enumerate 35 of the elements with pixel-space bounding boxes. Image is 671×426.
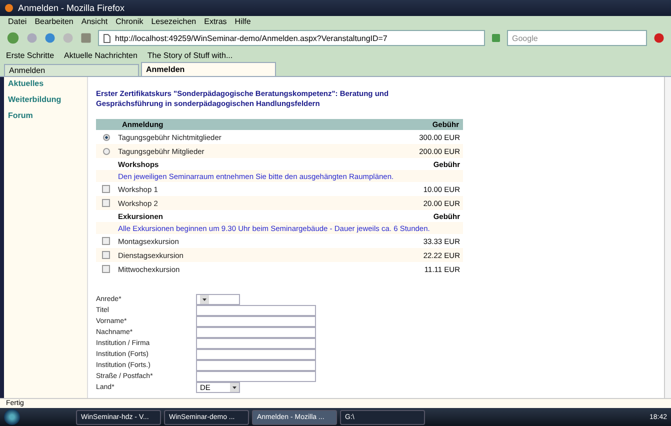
menu-item[interactable]: Hilfe	[234, 17, 251, 26]
menu-item[interactable]: Ansicht	[81, 17, 108, 26]
input-field[interactable]	[196, 327, 316, 338]
input-field[interactable]	[196, 360, 316, 371]
search-field[interactable]: Google	[507, 30, 647, 46]
browser-tab[interactable]: Anmelden	[141, 62, 276, 76]
checkbox[interactable]	[102, 199, 110, 207]
address-field[interactable]: http://localhost:49259/WinSeminar-demo/Anmelden.aspx?VeranstaltungID=7	[98, 30, 485, 46]
bookmark-link[interactable]: Aktuelle Nachrichten	[64, 51, 138, 60]
menu-item[interactable]: Chronik	[116, 17, 144, 26]
window-title: Anmelden - Mozilla Firefox	[18, 3, 125, 13]
bookmark-link[interactable]: Erste Schritte	[6, 51, 54, 60]
sidebar-link[interactable]: Weiterbildung	[8, 95, 83, 104]
start-button[interactable]	[4, 409, 20, 425]
sidebar-link[interactable]: Aktuelles	[8, 79, 83, 88]
browser-tab[interactable]: Anmelden	[4, 64, 139, 76]
bookmark-link[interactable]: The Story of Stuff with...	[147, 51, 233, 60]
menu-item[interactable]: Bearbeiten	[34, 17, 74, 26]
input-field[interactable]	[196, 305, 316, 316]
checkbox[interactable]	[102, 265, 110, 273]
input-field[interactable]	[196, 316, 316, 327]
input-field[interactable]	[196, 338, 316, 349]
select-field[interactable]	[196, 294, 240, 305]
checkbox[interactable]	[102, 237, 110, 245]
sidebar-link[interactable]: Forum	[8, 111, 83, 120]
menu-item[interactable]: Extras	[204, 17, 227, 26]
input-field[interactable]	[196, 371, 316, 382]
radio-button[interactable]	[102, 148, 110, 154]
checkbox[interactable]	[102, 185, 110, 193]
menu-item[interactable]: Datei	[8, 17, 27, 26]
checkbox[interactable]	[102, 251, 110, 259]
page-icon	[103, 34, 111, 42]
input-field[interactable]	[196, 349, 316, 360]
radio-button[interactable]	[102, 134, 110, 140]
menu-item[interactable]: Lesezeichen	[151, 17, 196, 26]
